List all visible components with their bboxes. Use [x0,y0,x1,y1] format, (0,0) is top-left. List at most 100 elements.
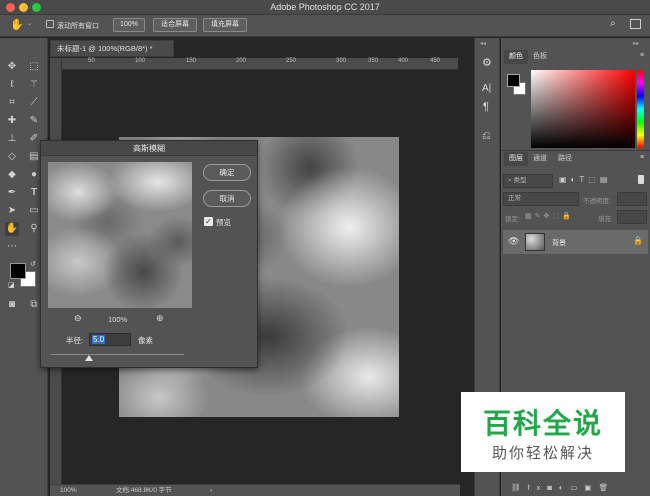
ruler-tick: 350 [368,58,379,64]
scroll-all-windows-label: 滚动所有窗口 [57,23,99,30]
eye-icon[interactable]: 👁 [508,236,519,247]
lock-icons[interactable]: ▦✎✥⬚🔒 [525,212,574,220]
eraser-tool-icon[interactable]: ◇ [5,150,19,164]
history-icon[interactable]: ⎌ [482,130,491,143]
ruler-tick: 450 [430,58,441,64]
type-tool-icon[interactable]: T [27,186,41,200]
radius-value: 5.0 [92,335,106,344]
status-doc-info: 文档:468.8K/0 字节 [116,487,172,494]
tab-color[interactable]: 颜色 [504,50,528,64]
magic-wand-tool-icon[interactable]: ⚚ [27,78,41,92]
eyedropper-tool-icon[interactable]: ⟋ [27,96,41,110]
clone-stamp-tool-icon[interactable]: ⊥ [5,132,19,146]
rectangle-tool-icon[interactable]: ▭ [27,204,41,218]
opacity-label: 不透明度: [583,198,611,205]
search-icon[interactable]: ⌕ [610,18,616,29]
layers-footer-icons[interactable]: ⛓fx◙◐▭▣🗑 [511,483,615,492]
preview-checkbox[interactable]: ✓ [204,217,213,226]
fill-screen-button[interactable]: 填充屏幕 [203,18,247,32]
document-tab[interactable]: 未标题-1 @ 100%(RGB/8*) * [50,40,174,57]
crop-tool-icon[interactable]: ⌗ [5,96,19,110]
marquee-tool-icon[interactable]: ⬚ [27,60,41,74]
radius-label: 半径: [66,336,84,345]
ruler-tick: 400 [398,58,409,64]
fill-input[interactable] [617,210,647,224]
status-bar: 100% 文档:468.8K/0 字节 › [50,484,460,496]
cancel-button[interactable]: 取消 [203,190,251,207]
collapse-arrows-icon[interactable]: ◂◂ [480,40,486,47]
lock-icon[interactable]: 🔒 [633,236,643,245]
workspace-icon[interactable] [630,19,641,29]
zoom-100-button[interactable]: 100% [113,18,145,32]
zoom-in-icon[interactable]: ⊕ [156,313,164,324]
tab-paths[interactable]: 路径 [553,152,577,166]
tab-swatches[interactable]: 色板 [528,50,552,64]
ok-button[interactable]: 确定 [203,164,251,181]
hand-tool-active-icon[interactable]: ✋ [5,222,19,236]
filter-toggle[interactable] [638,175,644,184]
hue-slider[interactable] [637,70,644,148]
move-tool-icon[interactable]: ✥ [5,60,19,74]
layers-menu-icon[interactable]: ≡ [640,154,644,161]
swap-colors-icon[interactable]: ↺ [30,260,36,268]
quick-mask-icon[interactable]: ◙ [5,298,19,312]
healing-brush-tool-icon[interactable]: ✚ [5,114,19,128]
default-colors-icon[interactable]: ◪ [8,281,15,289]
radius-slider-track[interactable] [51,354,184,355]
paragraph-icon[interactable]: ¶ [483,101,489,113]
color-foreground-swatch[interactable] [507,74,520,87]
ruler-tick: 100 [135,58,146,64]
zoom-out-icon[interactable]: ⊖ [74,313,82,324]
hand-tool-icon[interactable]: ✋ [10,18,24,31]
layer-thumbnail [525,233,545,251]
blur-tool-icon[interactable]: ◆ [5,168,19,182]
gaussian-blur-dialog: 高斯模糊 确定 取消 ✓ 预览 ⊖ 100% ⊕ 半径: 5.0 像素 [40,140,258,368]
libraries-icon[interactable]: ⚙ [482,56,492,69]
lasso-tool-icon[interactable]: ℓ [5,78,19,92]
character-icon[interactable]: A| [482,83,491,94]
options-bar: ✋ ⌄ 滚动所有窗口 100% 适合屏幕 填充屏幕 ⌕ [0,15,650,37]
scroll-all-windows-checkbox[interactable] [46,20,54,28]
fit-screen-button[interactable]: 适合屏幕 [153,18,197,32]
gradient-tool-icon[interactable]: ▤ [27,150,41,164]
history-brush-tool-icon[interactable]: ✐ [27,132,41,146]
blend-mode-value: 正常 [508,195,521,202]
ruler-horizontal: 50 100 150 200 250 300 350 400 450 [50,58,458,70]
ruler-tick: 50 [88,58,95,64]
preview-label: 预览 [216,218,231,227]
radius-slider-thumb[interactable] [85,355,93,361]
radius-input[interactable]: 5.0 [89,333,131,346]
watermark-logo: 百科全说 助你轻松解决 [461,392,625,472]
pen-tool-icon[interactable]: ✒ [5,186,19,200]
blend-mode-select[interactable]: 正常 [503,192,579,206]
layer-row-background[interactable]: 👁 背景 🔒 [503,230,648,254]
foreground-color-swatch[interactable] [10,263,26,279]
ruler-tick: 200 [236,58,247,64]
ruler-tick: 250 [286,58,297,64]
more-tools-icon[interactable]: ⋯ [5,240,19,254]
lock-label: 锁定: [505,216,520,223]
preview-zoom-level: 100% [108,315,128,324]
blur-preview[interactable] [48,162,192,308]
color-picker-field[interactable] [531,70,635,148]
layer-filter-icons[interactable]: ▣◐T⬚▤ [559,175,611,184]
collapse-panels-icon[interactable]: ▸▸ [633,40,639,47]
dodge-tool-icon[interactable]: ● [27,168,41,182]
path-selection-tool-icon[interactable]: ➤ [5,204,19,218]
dialog-title: 高斯模糊 [41,141,257,156]
panel-divider [501,150,650,151]
chevron-down-icon[interactable]: ⌄ [27,20,32,27]
layer-filter-select[interactable]: ⌕ 类型 [503,174,553,188]
watermark-title: 百科全说 [482,408,603,439]
layer-name[interactable]: 背景 [552,238,566,248]
zoom-tool-icon[interactable]: ⚲ [27,222,41,236]
tab-layers[interactable]: 图层 [504,152,528,166]
status-menu-chevron-icon[interactable]: › [210,485,212,496]
radius-unit: 像素 [138,336,153,345]
opacity-input[interactable] [617,192,647,206]
screen-mode-icon[interactable]: ⧉ [27,298,41,312]
brush-tool-icon[interactable]: ✎ [27,114,41,128]
status-zoom[interactable]: 100% [60,485,77,496]
panel-menu-icon[interactable]: ≡ [640,52,644,59]
tab-channels[interactable]: 通道 [528,152,552,166]
